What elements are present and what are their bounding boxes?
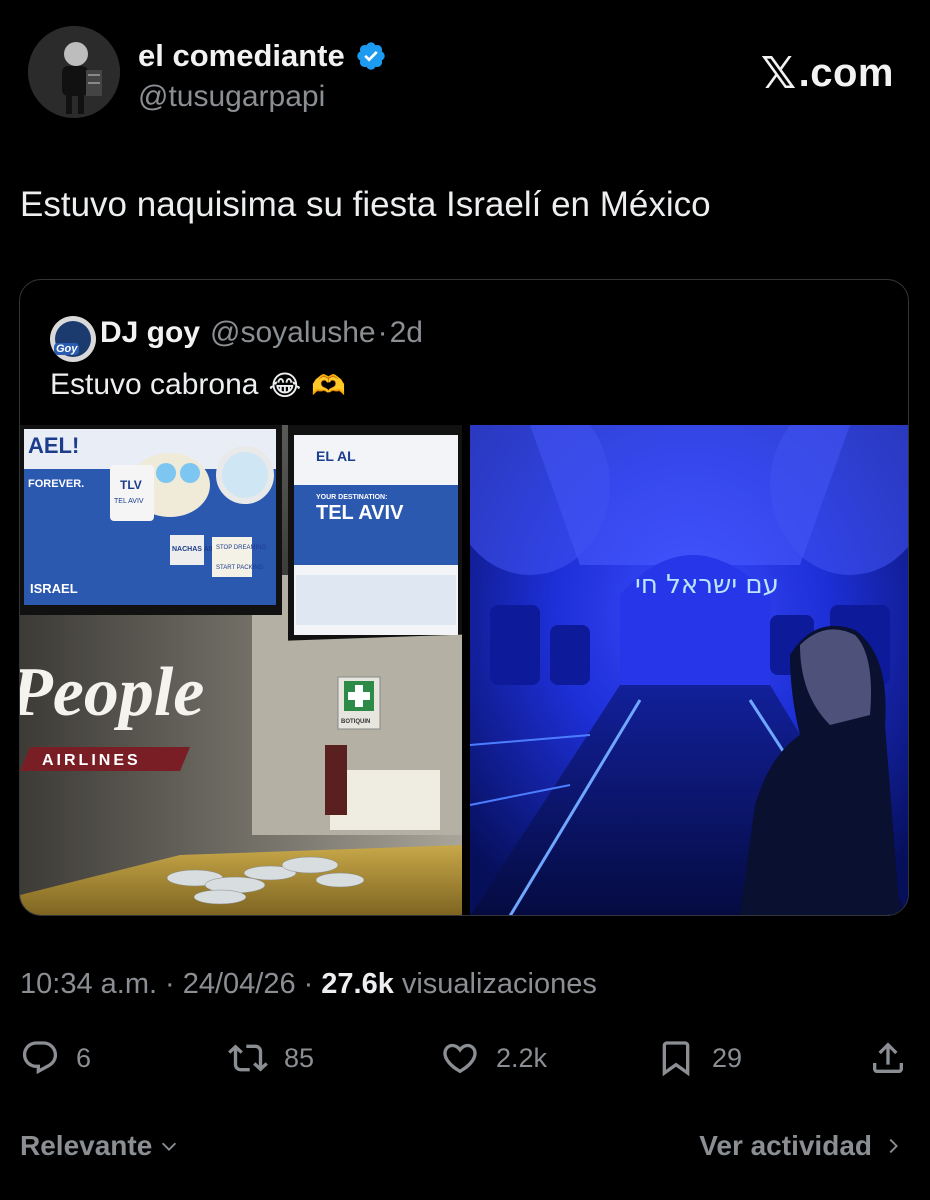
tweet-meta: 10:34 a.m. · 24/04/26 · 27.6k visualizac…: [20, 968, 597, 1001]
share-button[interactable]: [868, 1038, 908, 1078]
x-logo-suffix: .com: [798, 51, 894, 95]
quote-author-name[interactable]: DJ goy: [100, 316, 200, 350]
quote-header: DJ goy @soyalushe · 2d: [100, 316, 423, 350]
poster-left-text-0: AEL!: [28, 433, 79, 458]
poster-left-text-6: START PACKING: [216, 565, 264, 571]
tweet-time[interactable]: 10:34 a.m.: [20, 968, 157, 1001]
chevron-down-icon: [162, 1142, 177, 1151]
heart-icon: [443, 1043, 477, 1074]
poster-left-text-2: TLV: [120, 478, 142, 492]
reply-icon: [22, 1041, 58, 1075]
tweet-actions: 6 85 2.2k 29: [20, 1038, 910, 1088]
poster-left-text-7: ISRAEL: [30, 581, 78, 596]
like-button[interactable]: 2.2k: [440, 1038, 547, 1078]
verified-badge-icon: [357, 42, 385, 70]
bookmark-count: 29: [712, 1042, 743, 1073]
quote-separator: ·: [377, 316, 388, 349]
reply-count: 6: [76, 1042, 92, 1073]
botiquin-text: BOTIQUIN: [341, 719, 370, 725]
quote-author-handle[interactable]: @soyalushe: [210, 316, 376, 350]
author-display-name[interactable]: el comediante: [138, 38, 387, 74]
poster-right-text-2: TEL AVIV: [316, 502, 404, 524]
heart-hands-emoji-icon: 🫶: [311, 369, 347, 401]
x-logo-icon: 𝕏: [760, 49, 797, 98]
share-icon: [873, 1042, 903, 1073]
quoted-tweet-card[interactable]: Goy DJ goy @soyalushe · 2d Estuvo cabron…: [19, 279, 909, 916]
repost-icon: [228, 1044, 268, 1072]
meta-separator: ·: [303, 968, 314, 1000]
bookmark-icon: [662, 1041, 690, 1077]
author-handle[interactable]: @tusugarpapi: [138, 80, 325, 114]
views-label: visualizaciones: [401, 968, 597, 1000]
view-activity-link[interactable]: Ver actividad: [699, 1130, 904, 1162]
laughing-emoji-icon: 😂: [268, 369, 302, 401]
quote-avatar-text: Goy: [54, 343, 80, 355]
airplane-cabin-photo[interactable]: עם ישראל חי: [470, 425, 908, 915]
bookmark-button[interactable]: 29: [656, 1038, 742, 1078]
chevron-right-icon: [889, 1138, 898, 1154]
author-avatar[interactable]: [28, 26, 120, 118]
view-activity-label: Ver actividad: [699, 1130, 872, 1161]
poster-left-text-1: FOREVER.: [28, 478, 84, 490]
neon-hebrew-text: עם ישראל חי: [635, 570, 779, 600]
tweet-text: Estuvo naquisima su fiesta Israelí en Mé…: [20, 185, 711, 224]
poster-left-text-4: NACHAS AIR: [172, 546, 216, 553]
quote-text-body: Estuvo cabrona: [50, 368, 259, 401]
like-count: 2.2k: [496, 1042, 548, 1073]
reply-button[interactable]: 6: [20, 1038, 91, 1078]
poster-right-text-1: YOUR DESTINATION:: [316, 494, 387, 501]
airplane-cabin-photo-drawing: עם ישראל חי: [470, 425, 908, 915]
airport-counter-photo-drawing: AEL! FOREVER. TLV TEL AVIV NACHAS AIR ST…: [20, 425, 462, 915]
poster-left-text-5: STOP DREAMING: [216, 545, 266, 551]
quote-author-avatar[interactable]: Goy: [50, 316, 96, 362]
airport-counter-photo[interactable]: AEL! FOREVER. TLV TEL AVIV NACHAS AIR ST…: [20, 425, 462, 915]
quote-timestamp[interactable]: 2d: [390, 316, 423, 350]
meta-separator: ·: [165, 968, 175, 1000]
sort-label: Relevante: [20, 1130, 153, 1161]
author-name-text: el comediante: [138, 38, 345, 73]
views-count: 27.6k: [321, 968, 394, 1000]
sort-dropdown[interactable]: Relevante: [20, 1130, 180, 1162]
poster-right-text-0: EL AL: [316, 448, 356, 464]
quote-text: Estuvo cabrona 😂 🫶: [50, 368, 346, 402]
people-sign-subtext: AIRLINES: [42, 752, 141, 769]
repost-count: 85: [284, 1042, 315, 1073]
x-com-logo: 𝕏 .com: [761, 48, 894, 99]
poster-left-text-3: TEL AVIV: [114, 498, 144, 505]
tweet-date[interactable]: 24/04/26: [183, 968, 296, 1001]
people-sign-text: People: [20, 654, 204, 731]
repost-button[interactable]: 85: [228, 1038, 314, 1078]
